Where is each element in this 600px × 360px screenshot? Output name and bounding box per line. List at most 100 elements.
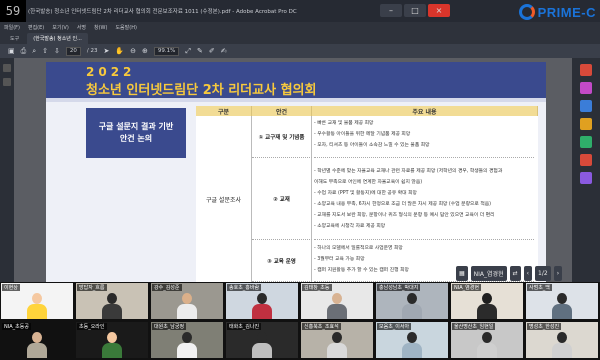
participant-body bbox=[27, 343, 47, 358]
participant-head bbox=[107, 293, 117, 304]
pdf-page: 2022 청소년 인터넷드림단 2차 리더교사 협의회 구글 설문지 결과 기반… bbox=[46, 62, 546, 282]
comment-tool-icon[interactable] bbox=[580, 118, 592, 130]
participant-video bbox=[25, 293, 49, 319]
row-items-2: - 학년별 수준에 맞는 자율교육 교재나 관련 자료를 제공 희망 (저학년의… bbox=[314, 166, 534, 240]
menu-bar: 파일(F) 편집(E) 보기(V) 서명 창(W) 도움말(H) bbox=[0, 22, 600, 32]
select-tool-icon[interactable]: ➤ bbox=[104, 47, 110, 55]
video-tile[interactable]: 초등_오라인 bbox=[75, 321, 149, 359]
participant-body bbox=[327, 343, 347, 358]
video-tile[interactable]: 울산명산초_임현일 bbox=[450, 321, 524, 359]
meeting-controls: ▦ NIA_염경현 ⇄ ‹ 1/2 › bbox=[456, 264, 600, 282]
video-tile[interactable]: 강수_김성준 bbox=[150, 282, 224, 320]
video-tile[interactable]: 태화초_김나진 bbox=[225, 321, 299, 359]
list-item: - 모자, 티셔츠 등 아이들이 소속감 느낄 수 있는 물품 희망 bbox=[314, 143, 430, 148]
video-tile[interactable]: 송호초_홍바람 bbox=[225, 282, 299, 320]
highlight-icon[interactable]: ✐ bbox=[209, 47, 215, 55]
prev-gallery-button[interactable]: ‹ bbox=[523, 265, 533, 281]
participant-video bbox=[550, 332, 574, 358]
video-tile[interactable]: 대원초_남궁정 bbox=[150, 321, 224, 359]
edit-pdf-icon[interactable] bbox=[580, 82, 592, 94]
participant-name: 이현상 bbox=[2, 284, 20, 291]
video-tile[interactable]: 이현상 bbox=[0, 282, 74, 320]
participant-video bbox=[325, 332, 349, 358]
prev-page-icon[interactable]: ⇧ bbox=[42, 47, 48, 55]
video-tile[interactable]: NIA_초등공 bbox=[0, 321, 74, 359]
participant-body bbox=[477, 343, 497, 358]
participant-head bbox=[407, 332, 417, 343]
export-pdf-icon[interactable] bbox=[580, 64, 592, 76]
document-viewer[interactable]: 2022 청소년 인터넷드림단 2차 리더교사 협의회 구글 설문지 결과 기반… bbox=[14, 58, 572, 282]
slide-header: 2022 청소년 인터넷드림단 2차 리더교사 협의회 bbox=[46, 62, 546, 98]
video-tile[interactable]: 망답자_흐름 bbox=[75, 282, 149, 320]
row-items-1: - 빠른 교재 및 물품 제공 희망 - 우수활동 아이들을 위한 메달 기념품… bbox=[314, 118, 534, 158]
compress-icon[interactable] bbox=[580, 154, 592, 166]
comment-icon[interactable]: ✎ bbox=[197, 47, 203, 55]
menu-help[interactable]: 도움말(H) bbox=[115, 24, 136, 31]
participant-name: 모음초_이서아 bbox=[377, 323, 412, 330]
zoom-level[interactable]: 99.1% bbox=[153, 46, 180, 56]
menu-sign[interactable]: 서명 bbox=[77, 24, 86, 31]
page-number-input[interactable]: 20 bbox=[65, 46, 81, 56]
participant-body bbox=[477, 304, 497, 319]
participant-video bbox=[250, 332, 274, 358]
participant-video bbox=[400, 293, 424, 319]
participant-head bbox=[257, 332, 267, 343]
title-bar: 59 (한국발송) 청소년 인터넷드림단 2차 리더교사 협의회 전문보조자료 … bbox=[0, 0, 600, 22]
menu-window[interactable]: 창(W) bbox=[94, 24, 107, 31]
table-header: 구분 안건 주요 내용 bbox=[196, 106, 538, 116]
menu-view[interactable]: 보기(V) bbox=[52, 24, 69, 31]
video-tile[interactable]: 명성초_한성진 bbox=[525, 321, 599, 359]
video-tile[interactable]: NIA_염경현 bbox=[450, 282, 524, 320]
zoom-in-icon[interactable]: ⊕ bbox=[142, 47, 148, 55]
participant-head bbox=[557, 293, 567, 304]
print-icon[interactable]: ⎙ bbox=[21, 47, 27, 56]
create-pdf-icon[interactable] bbox=[580, 100, 592, 112]
participant-name: 대원초_남궁정 bbox=[152, 323, 187, 330]
gallery-page: 1/2 bbox=[535, 265, 551, 281]
video-tile[interactable]: 충남성남초_박대지 bbox=[375, 282, 449, 320]
side-box-line-2: 안건 논의 bbox=[119, 134, 153, 143]
list-item: - 우수활동 아이들을 위한 메달 기념품 제공 희망 bbox=[314, 132, 411, 137]
maximize-button[interactable]: □ bbox=[404, 4, 426, 17]
participant-head bbox=[32, 293, 42, 304]
thumbnails-icon[interactable] bbox=[3, 64, 11, 72]
sign-icon[interactable]: ✍ bbox=[221, 47, 227, 55]
close-button[interactable]: × bbox=[428, 4, 450, 17]
participant-head bbox=[182, 332, 192, 343]
gallery-view-button[interactable]: ▦ bbox=[456, 265, 468, 281]
next-gallery-button[interactable]: › bbox=[553, 265, 563, 281]
participant-name: 초등_오라인 bbox=[77, 323, 107, 330]
save-icon[interactable]: ▣ bbox=[8, 47, 15, 55]
menu-file[interactable]: 파일(F) bbox=[4, 24, 20, 31]
minimize-button[interactable]: – bbox=[380, 4, 402, 17]
participant-body bbox=[552, 304, 572, 319]
participant-name: 명성초_한성진 bbox=[527, 323, 562, 330]
video-tile[interactable]: 신흥북초_조효석 bbox=[300, 321, 374, 359]
participant-name: 김태창_초등 bbox=[302, 284, 332, 291]
participant-video bbox=[550, 293, 574, 319]
left-nav-pane bbox=[0, 58, 14, 282]
next-page-icon[interactable]: ⇩ bbox=[54, 47, 60, 55]
video-tile[interactable]: 모음초_이서아 bbox=[375, 321, 449, 359]
swap-icon[interactable]: ⇄ bbox=[509, 265, 521, 281]
header-agenda: 안건 bbox=[252, 106, 312, 116]
zoom-out-icon[interactable]: ⊖ bbox=[130, 47, 136, 55]
list-item: - 소양교육에 시청각 자료 제공 희망 bbox=[314, 224, 386, 229]
menu-edit[interactable]: 편집(E) bbox=[28, 24, 44, 31]
tab-document[interactable]: (한국발송) 청소년 인... bbox=[27, 33, 88, 44]
participant-name: 울산명산초_임현일 bbox=[452, 323, 496, 330]
protect-icon[interactable] bbox=[580, 172, 592, 184]
screen: 59 (한국발송) 청소년 인터넷드림단 2차 리더교사 협의회 전문보조자료 … bbox=[0, 0, 600, 360]
right-tools-pane bbox=[572, 58, 600, 282]
video-tile[interactable]: 김태창_초등 bbox=[300, 282, 374, 320]
fit-page-icon[interactable]: ⤢ bbox=[185, 47, 191, 56]
search-icon[interactable]: ⌕ bbox=[32, 47, 36, 56]
video-tile[interactable]: 사범초_백 bbox=[525, 282, 599, 320]
participant-video bbox=[100, 332, 124, 358]
hand-tool-icon[interactable]: ✋ bbox=[115, 47, 124, 55]
participant-video bbox=[175, 332, 199, 358]
organize-pages-icon[interactable] bbox=[580, 136, 592, 148]
video-gallery: 이현상 망답자_흐름 강수_김성준 송호초_홍바람 김태창_초등 충남성남초_박대지 NIA… bbox=[0, 282, 600, 360]
tab-tools[interactable]: 도구 bbox=[4, 33, 25, 44]
bookmarks-icon[interactable] bbox=[3, 78, 11, 86]
